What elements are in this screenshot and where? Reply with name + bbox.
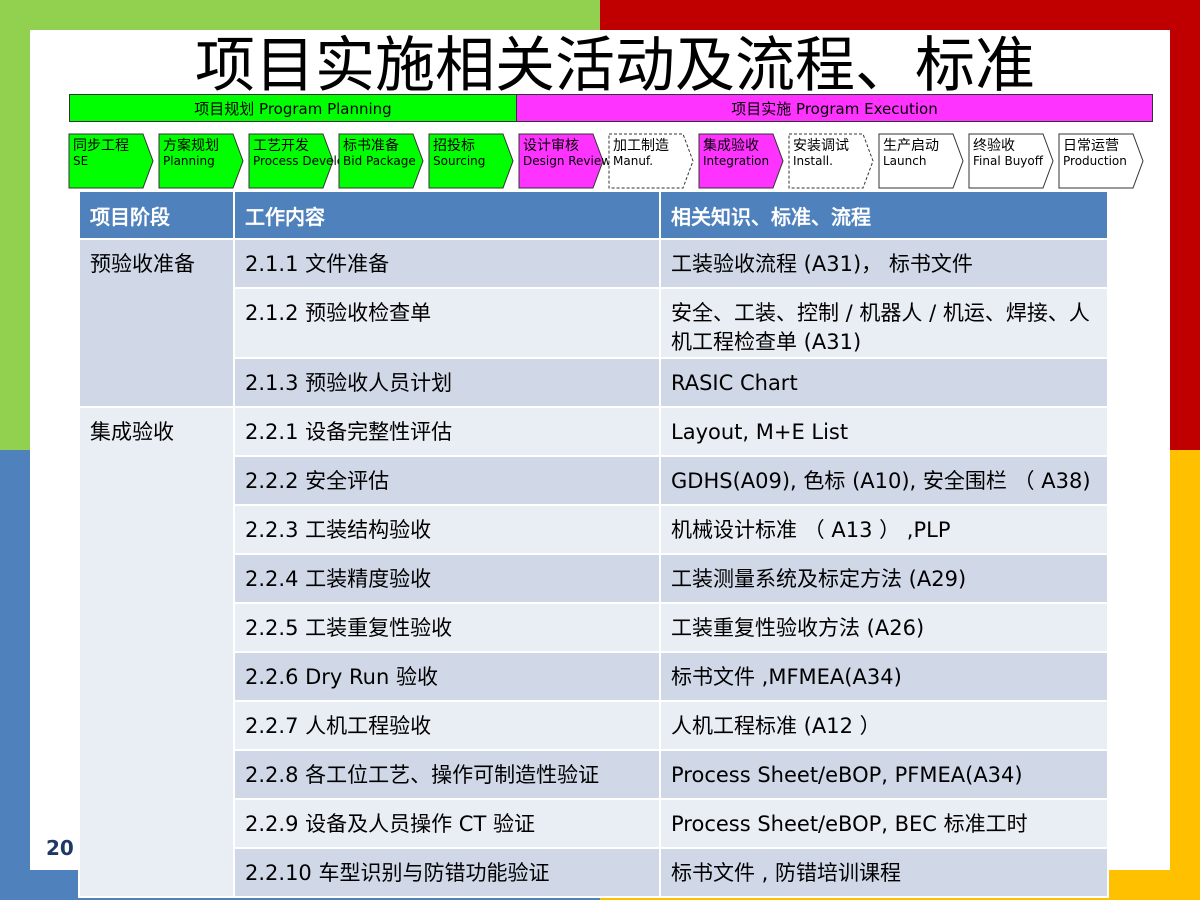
process-step-cn: 招投标 (433, 138, 475, 154)
process-step: 安装调试 Install. (788, 133, 874, 189)
process-step: 同步工程 SE (68, 133, 154, 189)
process-step-en: Manuf. (613, 154, 654, 168)
process-step-cn: 生产启动 (883, 138, 939, 154)
process-step-label: 设计审核 Design Review (523, 138, 612, 168)
process-step: 生产启动 Launch (878, 133, 964, 189)
table-row: 2.1.3 预验收人员计划 RASIC Chart (79, 357, 1109, 408)
footer-year: 20 (46, 836, 74, 860)
process-step: 日常运营 Production (1058, 133, 1144, 189)
reference-cell: 工装测量系统及标定方法 (A29) (659, 553, 1109, 604)
process-step-cn: 标书准备 (343, 138, 399, 154)
process-step-en: Install. (793, 154, 833, 168)
table-row: 2.2.3 工装结构验收 机械设计标准 （ A13 ） ,PLP (79, 504, 1109, 555)
reference-cell: 标书文件 , 防错培训课程 (659, 847, 1109, 898)
process-step-en: Process Development (253, 154, 384, 168)
process-step-en: Design Review (523, 154, 612, 168)
work-cell: 2.1.1 文件准备 (233, 238, 661, 289)
process-step-cn: 集成验收 (703, 138, 759, 154)
phase-cell: 预验收准备 (78, 238, 235, 408)
work-cell: 2.2.7 人机工程验收 (233, 700, 661, 751)
process-step-label: 终验收 Final Buyoff (973, 138, 1044, 168)
work-cell: 2.1.3 预验收人员计划 (233, 357, 661, 408)
process-step: 工艺开发 Process Development (248, 133, 384, 189)
process-step-cn: 终验收 (973, 138, 1015, 154)
reference-cell: Layout, M+E List (659, 406, 1109, 457)
process-step-en: SE (73, 154, 89, 168)
reference-cell: RASIC Chart (659, 357, 1109, 408)
work-cell: 2.2.2 安全评估 (233, 455, 661, 506)
phase-bar-execution: 项目实施 Program Execution (516, 94, 1153, 122)
process-step-en: Bid Package (343, 154, 416, 168)
reference-cell: Process Sheet/eBOP, BEC 标准工时 (659, 798, 1109, 849)
process-step-label: 同步工程 SE (73, 138, 142, 168)
process-step: 招投标 Sourcing (428, 133, 514, 189)
work-cell: 2.1.2 预验收检查单 (233, 287, 661, 359)
reference-cell: 机械设计标准 （ A13 ） ,PLP (659, 504, 1109, 555)
process-step-en: Production (1063, 154, 1127, 168)
header-phase: 项目阶段 (78, 190, 235, 240)
reference-cell: Process Sheet/eBOP, PFMEA(A34) (659, 749, 1109, 800)
table-row: 2.2.7 人机工程验收 人机工程标准 (A12 ） (79, 700, 1109, 751)
process-step-en: Sourcing (433, 154, 486, 168)
process-step-cn: 设计审核 (523, 138, 579, 154)
work-cell: 2.2.6 Dry Run 验收 (233, 651, 661, 702)
phase-cell: 集成验收 (78, 406, 235, 898)
reference-cell: 安全、工装、控制 / 机器人 / 机运、焊接、人机工程检查单 (A31) (659, 287, 1109, 359)
activity-table: 项目阶段 工作内容 相关知识、标准、流程 预验收准备 2.1.1 文件准备 工装验收… (78, 190, 1109, 898)
table-row: 2.2.9 设备及人员操作 CT 验证 Process Sheet/eBOP, B… (79, 798, 1109, 849)
process-step-cn: 日常运营 (1063, 138, 1119, 154)
process-step-en: Planning (163, 154, 215, 168)
reference-cell: GDHS(A09), 色标 (A10), 安全围栏 （ A38) (659, 455, 1109, 506)
reference-cell: 工装重复性验收方法 (A26) (659, 602, 1109, 653)
process-step-label: 招投标 Sourcing (433, 138, 502, 168)
process-step: 设计审核 Design Review (518, 133, 612, 189)
table-row: 2.2.8 各工位工艺、操作可制造性验证 Process Sheet/eBOP, … (79, 749, 1109, 800)
reference-cell: 标书文件 ,MFMEA(A34) (659, 651, 1109, 702)
header-work: 工作内容 (233, 190, 661, 240)
process-step-cn: 工艺开发 (253, 138, 309, 154)
table-row: 集成验收 2.2.1 设备完整性评估 Layout, M+E List (78, 406, 1109, 898)
work-cell: 2.2.1 设备完整性评估 (233, 406, 661, 457)
process-step-cn: 加工制造 (613, 138, 669, 154)
table-row: 2.2.6 Dry Run 验收 标书文件 ,MFMEA(A34) (79, 651, 1109, 702)
table-header-row: 项目阶段 工作内容 相关知识、标准、流程 (78, 190, 1109, 240)
table-row: 2.1.2 预验收检查单 安全、工装、控制 / 机器人 / 机运、焊接、人机工程检… (79, 287, 1109, 359)
work-cell: 2.2.9 设备及人员操作 CT 验证 (233, 798, 661, 849)
process-step-cn: 方案规划 (163, 138, 219, 154)
work-cell: 2.2.8 各工位工艺、操作可制造性验证 (233, 749, 661, 800)
page-title: 项目实施相关活动及流程、标准 (195, 31, 1035, 101)
process-step-label: 标书准备 Bid Package (343, 138, 416, 168)
process-step-cn: 同步工程 (73, 138, 129, 154)
table-row: 2.2.10 车型识别与防错功能验证 标书文件 , 防错培训课程 (79, 847, 1109, 898)
process-step: 加工制造 Manuf. (608, 133, 694, 189)
table-row: 预验收准备 2.1.1 文件准备 工装验收流程 (A31)， 标书文件 (78, 238, 1109, 408)
process-step: 集成验收 Integration (698, 133, 784, 189)
process-step-label: 生产启动 Launch (883, 138, 952, 168)
header-reference: 相关知识、标准、流程 (659, 190, 1109, 240)
phase-bar-planning: 项目规划 Program Planning (69, 94, 517, 122)
table-row: 2.2.5 工装重复性验收 工装重复性验收方法 (A26) (79, 602, 1109, 653)
process-step-en: Final Buyoff (973, 154, 1044, 168)
process-step-label: 集成验收 Integration (703, 138, 772, 168)
process-step: 终验收 Final Buyoff (968, 133, 1054, 189)
process-step-en: Integration (703, 154, 770, 168)
reference-cell: 人机工程标准 (A12 ） (659, 700, 1109, 751)
process-step: 标书准备 Bid Package (338, 133, 424, 189)
table-row: 2.2.4 工装精度验收 工装测量系统及标定方法 (A29) (79, 553, 1109, 604)
process-step-label: 加工制造 Manuf. (613, 138, 682, 168)
work-cell: 2.2.5 工装重复性验收 (233, 602, 661, 653)
process-step-label: 工艺开发 Process Development (253, 138, 384, 168)
work-cell: 2.2.3 工装结构验收 (233, 504, 661, 555)
process-step-label: 安装调试 Install. (793, 138, 862, 168)
work-cell: 2.2.4 工装精度验收 (233, 553, 661, 604)
reference-cell: 工装验收流程 (A31)， 标书文件 (659, 238, 1109, 289)
work-cell: 2.2.10 车型识别与防错功能验证 (233, 847, 661, 898)
process-step-cn: 安装调试 (793, 138, 849, 154)
process-step-label: 方案规划 Planning (163, 138, 232, 168)
process-step-label: 日常运营 Production (1063, 138, 1132, 168)
process-step: 方案规划 Planning (158, 133, 244, 189)
process-step-en: Launch (883, 154, 927, 168)
table-row: 2.2.2 安全评估 GDHS(A09), 色标 (A10), 安全围栏 （ A3… (79, 455, 1109, 506)
